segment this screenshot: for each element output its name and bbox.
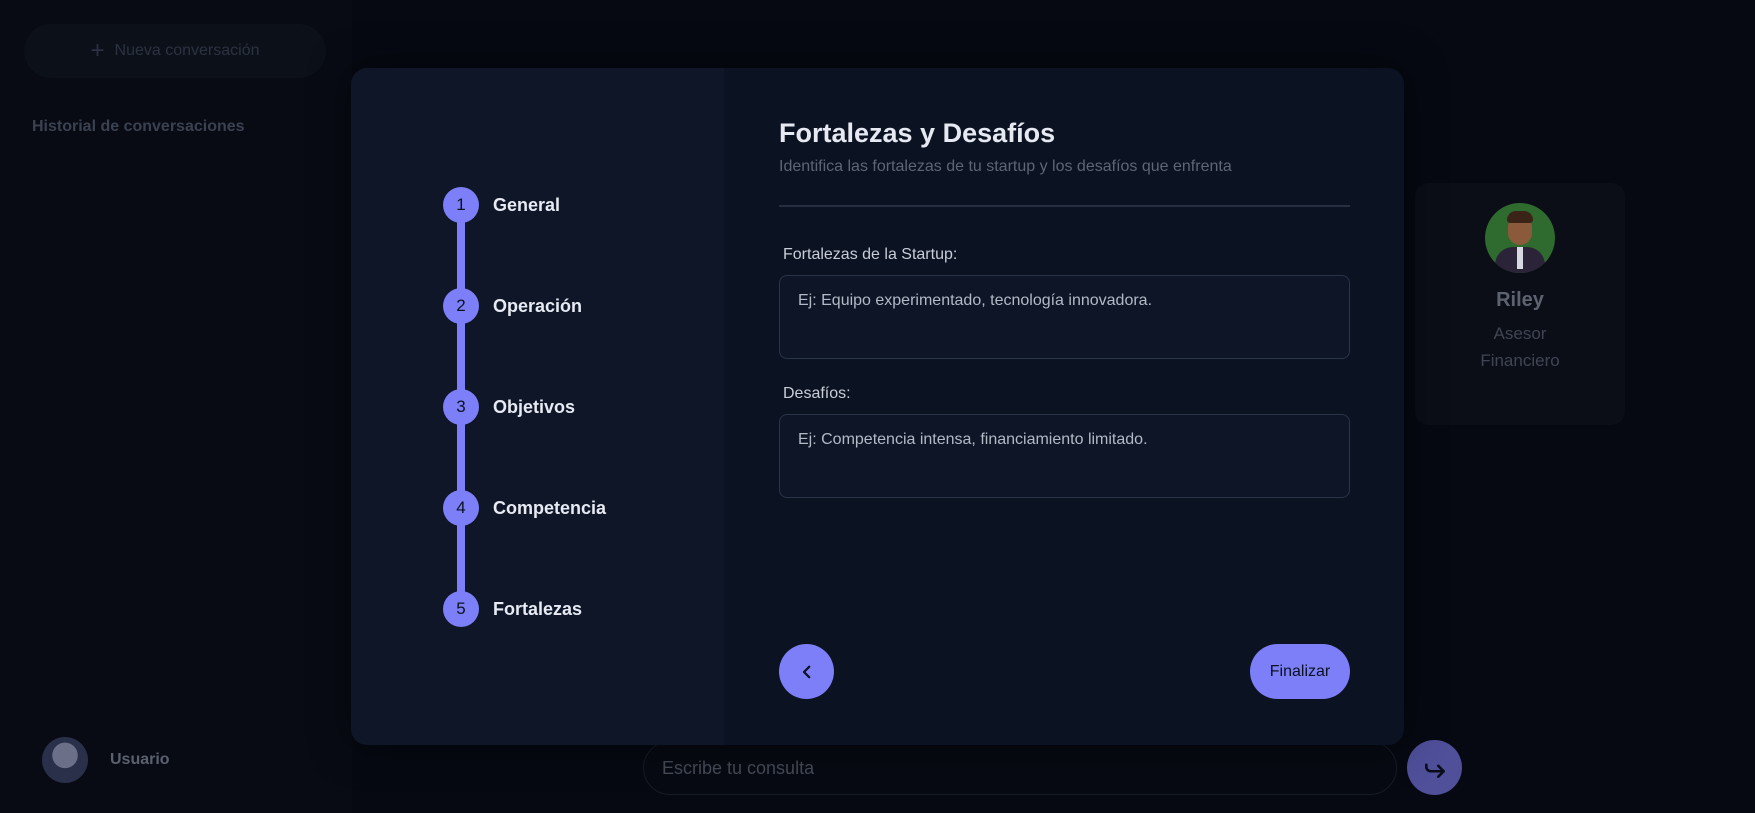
step-fortalezas[interactable]: 5 Fortalezas xyxy=(443,591,582,627)
chevron-left-icon xyxy=(802,665,810,678)
step-label: General xyxy=(493,194,561,215)
user-name: Usuario xyxy=(110,751,170,768)
chat-input-placeholder: Escribe tu consulta xyxy=(662,757,815,778)
step-label: Fortalezas xyxy=(493,598,583,619)
user-profile[interactable]: Usuario xyxy=(42,737,170,783)
step-label: Competencia xyxy=(493,497,607,518)
sidebar: + Nueva conversación Historial de conver… xyxy=(0,0,352,813)
step-number: 1 xyxy=(443,187,479,223)
strengths-textarea[interactable]: Ej: Equipo experimentado, tecnología inn… xyxy=(779,275,1350,359)
chat-input[interactable]: Escribe tu consulta xyxy=(643,741,1397,795)
send-button[interactable] xyxy=(1407,740,1462,795)
history-title: Historial de conversaciones xyxy=(32,118,245,135)
advisor-role-line2: Financiero xyxy=(1480,351,1560,370)
step-label: Operación xyxy=(493,295,583,316)
advisor-name: Riley xyxy=(1496,289,1544,311)
new-chat-label: Nueva conversación xyxy=(114,42,260,59)
avatar xyxy=(42,737,88,783)
finish-button[interactable]: Finalizar xyxy=(1250,644,1350,699)
stepper-panel: 1 General 2 Operación 3 Objetivos 4 Comp… xyxy=(351,68,724,745)
step-operacion[interactable]: 2 Operación xyxy=(443,288,582,324)
step-general[interactable]: 1 General xyxy=(443,187,560,223)
step-objetivos[interactable]: 3 Objetivos xyxy=(443,389,575,425)
new-chat-button[interactable]: + Nueva conversación xyxy=(24,24,326,78)
send-icon xyxy=(1424,762,1445,778)
challenges-textarea[interactable]: Ej: Competencia intensa, financiamiento … xyxy=(779,414,1350,498)
step-number: 4 xyxy=(443,490,479,526)
back-button[interactable] xyxy=(779,644,834,699)
advisor-avatar xyxy=(1485,203,1555,273)
plus-icon: + xyxy=(90,37,105,64)
onboarding-modal: 1 General 2 Operación 3 Objetivos 4 Comp… xyxy=(351,68,1404,745)
step-number: 3 xyxy=(443,389,479,425)
step-label: Objetivos xyxy=(493,396,576,417)
step-number: 5 xyxy=(443,591,479,627)
step-competencia[interactable]: 4 Competencia xyxy=(443,490,606,526)
advisor-card[interactable]: Riley Asesor Financiero xyxy=(1415,183,1625,425)
challenges-placeholder: Ej: Competencia intensa, financiamiento … xyxy=(798,431,1148,448)
advisor-role-line1: Asesor xyxy=(1493,324,1547,343)
strengths-placeholder: Ej: Equipo experimentado, tecnología inn… xyxy=(798,292,1153,309)
step-number: 2 xyxy=(443,288,479,324)
